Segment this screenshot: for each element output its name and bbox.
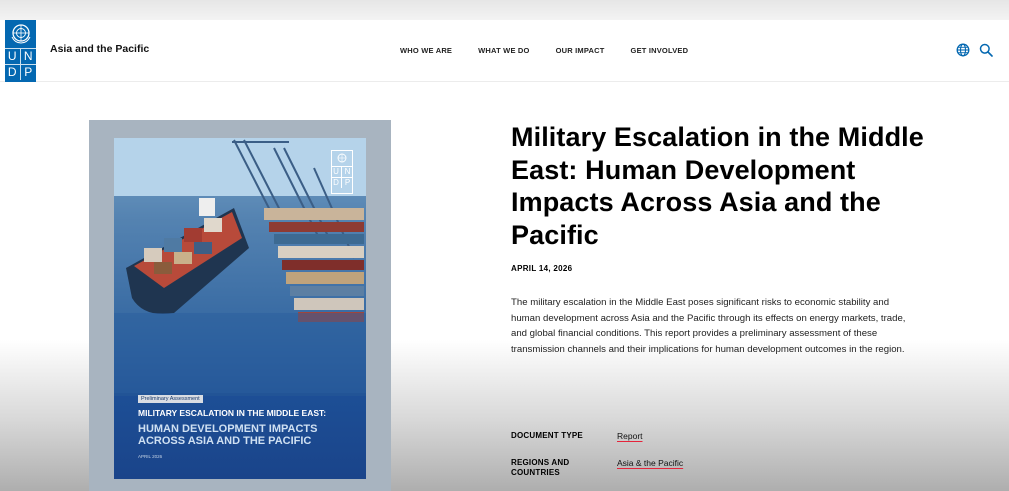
report-cover-image[interactable]: U N D P Preliminary Assessment MILITARY … (114, 138, 366, 479)
report-description: The military escalation in the Middle Ea… (511, 297, 906, 355)
nav-who-we-are[interactable]: WHO WE ARE (400, 46, 452, 55)
logo-letter: P (342, 177, 353, 188)
logo-letter: U (331, 166, 342, 177)
header-icons (956, 43, 993, 57)
site-header: U N D P Asia and the Pacific WHO WE ARE … (0, 20, 1009, 82)
undp-logo[interactable]: U N D P (5, 20, 36, 82)
logo-letter: D (331, 177, 342, 188)
cover-undp-logo: U N D P (331, 150, 353, 194)
logo-letter: D (5, 64, 21, 80)
meta-document-type: DOCUMENT TYPE Report (511, 431, 643, 441)
meta-regions: REGIONS AND COUNTRIES Asia & the Pacific (511, 458, 683, 478)
cover-title-line1: MILITARY ESCALATION IN THE MIDDLE EAST: (138, 408, 327, 418)
browser-top-strip (0, 0, 1009, 20)
logo-letter: P (20, 64, 36, 80)
logo-letter: N (20, 48, 36, 64)
cover-title-line2: HUMAN DEVELOPMENT IMPACTS ACROSS ASIA AN… (138, 423, 318, 447)
document-type-link[interactable]: Report (617, 431, 643, 441)
un-emblem-icon (11, 24, 30, 44)
nav-what-we-do[interactable]: WHAT WE DO (478, 46, 529, 55)
cover-date: APRIL 2026 (138, 454, 163, 459)
logo-letters: U N D P (5, 48, 36, 80)
search-icon[interactable] (979, 43, 993, 57)
page-title: Military Escalation in the Middle East: … (511, 122, 924, 250)
logo-letter: N (342, 166, 353, 177)
logo-letter: U (5, 48, 21, 64)
region-link[interactable]: Asia & the Pacific (617, 458, 683, 478)
meta-label: DOCUMENT TYPE (511, 431, 583, 440)
globe-icon[interactable] (956, 43, 970, 57)
un-emblem-icon (337, 153, 347, 163)
main-nav: WHO WE ARE WHAT WE DO OUR IMPACT GET INV… (400, 46, 688, 55)
site-name[interactable]: Asia and the Pacific (50, 43, 149, 55)
nav-get-involved[interactable]: GET INVOLVED (631, 46, 689, 55)
meta-label: REGIONS AND COUNTRIES (511, 458, 570, 477)
cover-logo-letters: U N D P (331, 166, 353, 188)
publish-date: APRIL 14, 2026 (511, 264, 573, 273)
nav-our-impact[interactable]: OUR IMPACT (556, 46, 605, 55)
cover-badge: Preliminary Assessment (138, 395, 203, 403)
